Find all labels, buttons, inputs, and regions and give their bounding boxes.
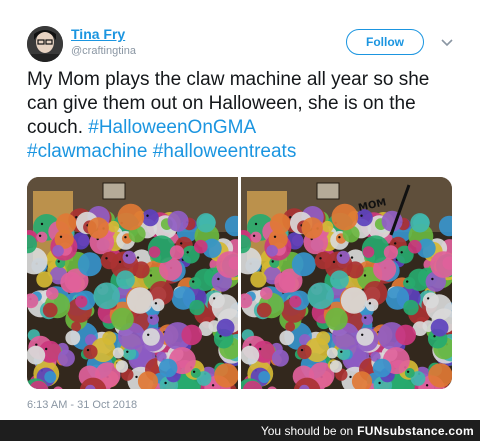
tweet-card: Tina Fry @craftingtina Follow My Mom pla… (0, 0, 480, 420)
watermark-footer: You should be on FUNsubstance.com (0, 420, 480, 441)
footer-text: You should be on (260, 423, 354, 438)
user-handle: @craftingtina (71, 45, 136, 57)
tweet-timestamp[interactable]: 6:13 AM - 31 Oct 2018 (27, 399, 137, 411)
follow-button[interactable]: Follow (346, 29, 424, 55)
footer-brand[interactable]: FUNsubstance.com (357, 424, 474, 438)
hashtag-clawmachine[interactable]: #clawmachine (27, 141, 147, 162)
tweet-photo-right[interactable]: MOM (241, 177, 452, 389)
display-name[interactable]: Tina Fry (71, 26, 125, 42)
tweet-photo-left[interactable] (27, 177, 238, 389)
avatar[interactable] (27, 26, 63, 62)
chevron-down-icon[interactable] (440, 36, 454, 48)
hashtag-halloweenongma[interactable]: #HalloweenOnGMA (88, 117, 256, 138)
plush-pile-image (27, 177, 238, 389)
plush-pile-image-annotated: MOM (241, 177, 452, 389)
tweet-text: My Mom plays the claw machine all year s… (27, 68, 457, 164)
hashtag-halloweentreats[interactable]: #halloweentreats (153, 141, 297, 162)
